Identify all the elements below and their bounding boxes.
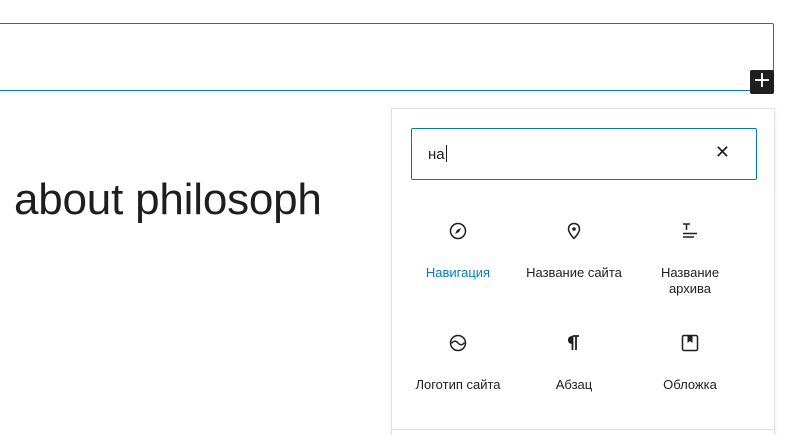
block-label: Название архива — [660, 265, 720, 296]
clear-search-button[interactable]: ✕ — [715, 142, 730, 163]
map-pin-icon — [562, 219, 586, 243]
block-item-cover[interactable]: Обложка — [632, 323, 748, 435]
divider — [392, 429, 774, 430]
site-logo-icon — [446, 331, 470, 355]
cover-icon — [678, 331, 702, 355]
block-item-paragraph[interactable]: Абзац — [516, 323, 632, 435]
paragraph-icon — [562, 331, 586, 355]
block-item-navigation[interactable]: Навигация — [400, 211, 516, 323]
search-value: на — [428, 145, 447, 163]
add-block-button[interactable]: + — [750, 70, 774, 94]
selected-block[interactable] — [0, 23, 774, 91]
block-label: Название сайта — [526, 265, 622, 280]
block-search-input[interactable]: на ✕ — [411, 128, 757, 180]
block-item-archive-title[interactable]: Название архива — [632, 211, 748, 323]
text-caret — [445, 145, 447, 162]
block-item-site-logo[interactable]: Логотип сайта — [400, 323, 516, 435]
block-item-site-title[interactable]: Название сайта — [516, 211, 632, 323]
block-label: Абзац — [555, 377, 593, 392]
archive-title-icon — [678, 219, 702, 243]
paragraph-text[interactable]: about philosoph — [14, 175, 322, 225]
compass-icon — [446, 219, 470, 243]
block-inserter-popover: на ✕ Навигация Название сайта Название а… — [391, 108, 775, 435]
block-label: Логотип сайта — [415, 377, 501, 392]
block-results-grid: Навигация Название сайта Название архива… — [400, 211, 760, 435]
block-label: Обложка — [663, 377, 717, 392]
block-label: Навигация — [425, 265, 491, 280]
